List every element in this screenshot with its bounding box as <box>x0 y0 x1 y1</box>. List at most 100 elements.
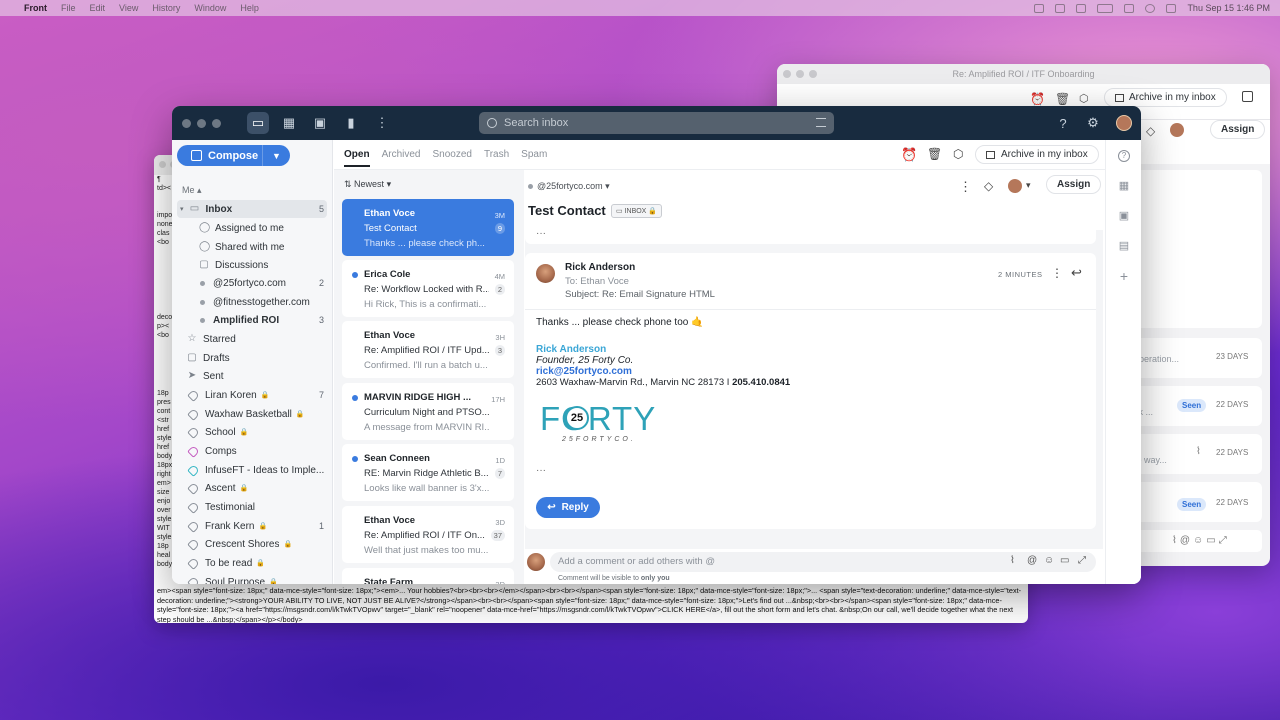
spam-icon[interactable]: ⬡ <box>1079 92 1089 105</box>
menu-history[interactable]: History <box>152 3 180 13</box>
tab-archived[interactable]: Archived <box>382 149 421 160</box>
menu-app-name[interactable]: Front <box>24 3 47 13</box>
contact-card-icon[interactable]: ▣ <box>1118 210 1130 222</box>
tab-trash[interactable]: Trash <box>484 149 509 160</box>
sidebar-item-testimonial[interactable]: Testimonial <box>177 498 327 516</box>
signature-name-link[interactable]: Rick Anderson <box>536 344 606 355</box>
sidebar-item-ascent[interactable]: Ascent 🔒 <box>177 479 327 497</box>
sidebar-item-drafts[interactable]: ▢ Drafts <box>177 349 327 367</box>
attach-icon[interactable]: ⌇ <box>1010 555 1015 566</box>
reply-arrow-icon[interactable]: ↩ <box>1071 265 1082 281</box>
more-icon[interactable]: ⋮ <box>371 112 393 134</box>
compose-dropdown-button[interactable]: ▼ <box>262 145 290 166</box>
tag-icon[interactable]: ◇ <box>1146 124 1155 138</box>
conversation-list-item[interactable]: Erica Cole Re: Workflow Locked with R... H… <box>342 260 514 317</box>
keyboard-icon[interactable]: ▤ <box>1118 240 1130 252</box>
sidebar-item-soul-purpose[interactable]: Soul Purpose 🔒 <box>177 573 327 584</box>
front-main-window[interactable]: ▭ ▦ ▣ ▮ ⋮ Search inbox ? ⚙ Compose ▼ Me … <box>172 106 1141 584</box>
sidebar-item-frank-kern[interactable]: Frank Kern 🔒 1 <box>177 517 327 535</box>
reply-button[interactable]: ↩ Reply <box>536 497 600 518</box>
sidebar-item-school[interactable]: School 🔒 <box>177 423 327 441</box>
message-more-icon[interactable]: ⋮ <box>1051 266 1063 280</box>
spam-icon[interactable]: ⬡ <box>953 147 963 161</box>
gif-icon[interactable]: ▭ <box>1060 555 1069 566</box>
conversation-list-item[interactable]: Ethan Voce Re: Amplified ROI / ITF On... W… <box>342 506 514 563</box>
sidebar-item-shared-with-me[interactable]: ◯ Shared with me <box>177 238 327 256</box>
user-avatar[interactable] <box>1116 115 1132 131</box>
trash-icon[interactable]: 🗑 <box>1055 92 1070 106</box>
tag-icon[interactable]: ◇ <box>984 179 993 193</box>
menubar-clock[interactable]: Thu Sep 15 1:46 PM <box>1187 3 1270 13</box>
sort-dropdown[interactable]: ⇅ Newest ▾ <box>344 179 391 190</box>
conversation-list-item[interactable]: Ethan Voce Test Contact Thanks ... please … <box>342 199 514 256</box>
sidebar-item--fitnesstogether-com[interactable]: @fitnesstogether.com <box>177 293 327 311</box>
sidebar-item-infuseft-ideas-to-imple[interactable]: InfuseFT - Ideas to Imple... <box>177 461 327 479</box>
status-icon[interactable] <box>1034 3 1045 13</box>
status-icon[interactable] <box>1076 3 1087 13</box>
sidebar-item-sent[interactable]: ➤ Sent <box>177 367 327 385</box>
conversation-list-item[interactable]: MARVIN RIDGE HIGH ... Curriculum Night an… <box>342 383 514 440</box>
sidebar-item--25fortyco-com[interactable]: @25fortyco.com 2 <box>177 274 327 292</box>
calendar-icon[interactable]: ▦ <box>278 112 300 134</box>
help-icon[interactable]: ? <box>1052 112 1074 134</box>
menu-view[interactable]: View <box>119 3 138 13</box>
assignee-avatar[interactable] <box>1008 179 1022 193</box>
menu-window[interactable]: Window <box>194 3 226 13</box>
sender-name[interactable]: Rick Anderson <box>565 262 635 273</box>
chevron-down-icon[interactable]: ▾ <box>180 205 184 213</box>
me-section-header[interactable]: Me ▴ <box>182 185 202 196</box>
checklist-icon[interactable] <box>1242 91 1253 102</box>
background-archive-button[interactable]: Archive in my inbox <box>1104 88 1227 107</box>
conversation-list-item[interactable]: Sean Conneen RE: Marvin Ridge Athletic B.… <box>342 444 514 501</box>
tab-open[interactable]: Open <box>344 149 370 167</box>
assign-button[interactable]: Assign <box>1046 175 1102 194</box>
wifi-icon[interactable] <box>1124 3 1135 13</box>
window-minimize-button[interactable] <box>197 118 206 128</box>
trash-icon[interactable]: 🗑 <box>927 147 942 161</box>
background-assign-button[interactable]: Assign <box>1210 120 1266 139</box>
sidebar-item-starred[interactable]: ☆ Starred <box>177 330 327 348</box>
sidebar-item-crescent-shores[interactable]: Crescent Shores 🔒 <box>177 535 327 553</box>
avatar[interactable] <box>1170 123 1184 137</box>
contacts-icon[interactable]: ▣ <box>309 112 331 134</box>
search-icon[interactable] <box>1145 3 1156 13</box>
menu-file[interactable]: File <box>61 3 76 13</box>
calendar-icon[interactable]: ▦ <box>1118 180 1130 192</box>
sidebar-item-waxhaw-basketball[interactable]: Waxhaw Basketball 🔒 <box>177 405 327 423</box>
battery-icon[interactable] <box>1097 3 1114 13</box>
window-zoom-button[interactable] <box>212 118 221 128</box>
settings-gear-icon[interactable]: ⚙ <box>1082 112 1104 134</box>
sidebar-item-to-be-read[interactable]: To be read 🔒 <box>177 554 327 572</box>
window-close-button[interactable] <box>182 118 191 128</box>
add-plugin-icon[interactable]: + <box>1118 269 1130 283</box>
sidebar-item-liran-koren[interactable]: Liran Koren 🔒 7 <box>177 386 327 404</box>
search-input[interactable]: Search inbox <box>479 112 834 134</box>
quoted-text-toggle[interactable]: ··· <box>536 465 546 476</box>
emoji-icon[interactable]: ☺ <box>1044 555 1054 566</box>
archive-in-inbox-button[interactable]: Archive in my inbox <box>975 145 1099 164</box>
snooze-alarm-icon[interactable]: ⏰ <box>901 147 917 163</box>
collapsed-messages-dots[interactable]: ··· <box>536 228 546 239</box>
menu-help[interactable]: Help <box>240 3 259 13</box>
help-circle-icon[interactable]: ? <box>1118 150 1130 162</box>
alarm-icon[interactable]: ⏰ <box>1030 92 1045 106</box>
filter-icon[interactable] <box>816 118 826 127</box>
sidebar-item-discussions[interactable]: ▢ Discussions <box>177 256 327 274</box>
sidebar-item-amplified-roi[interactable]: Amplified ROI 3 <box>177 311 327 329</box>
menu-edit[interactable]: Edit <box>90 3 106 13</box>
inbox-account-dropdown[interactable]: @25fortyco.com ▾ <box>528 181 610 192</box>
tab-spam[interactable]: Spam <box>521 149 547 160</box>
conversation-list-item[interactable]: State Farm3D <box>342 568 514 584</box>
expand-icon[interactable]: ⤢ <box>1078 555 1086 566</box>
sidebar-item-assigned-to-me[interactable]: ◯ Assigned to me <box>177 219 327 237</box>
conversation-list-item[interactable]: Ethan Voce Re: Amplified ROI / ITF Upd...… <box>342 321 514 378</box>
mention-icon[interactable]: @ <box>1027 555 1037 566</box>
inbox-icon[interactable]: ▭ <box>247 112 269 134</box>
sidebar-item-comps[interactable]: Comps <box>177 442 327 460</box>
chevron-down-icon[interactable]: ▾ <box>1026 180 1031 191</box>
more-options-icon[interactable]: ⋮ <box>959 179 972 195</box>
control-center-icon[interactable] <box>1166 3 1177 13</box>
tab-snoozed[interactable]: Snoozed <box>432 149 471 160</box>
sidebar-item-inbox[interactable]: ▾ ▭ Inbox 5 <box>177 200 327 218</box>
signature-email-link[interactable]: rick@25fortyco.com <box>536 366 632 377</box>
